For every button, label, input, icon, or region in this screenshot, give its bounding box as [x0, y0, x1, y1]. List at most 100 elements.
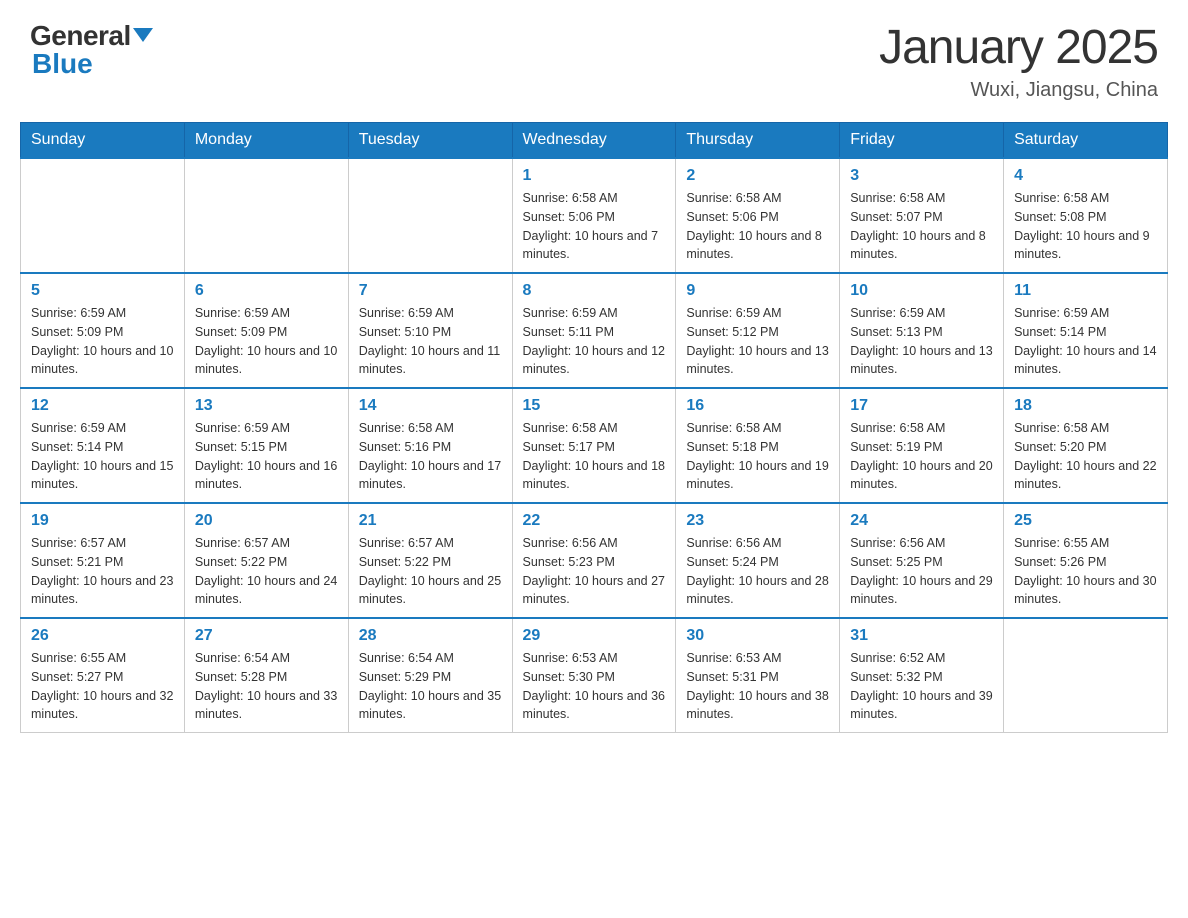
day-number: 5 — [31, 282, 174, 300]
calendar-header-saturday: Saturday — [1004, 123, 1168, 159]
calendar-cell: 10 Sunrise: 6:59 AMSunset: 5:13 PMDayligh… — [840, 273, 1004, 388]
calendar-cell: 1 Sunrise: 6:58 AMSunset: 5:06 PMDaylight… — [512, 158, 676, 273]
logo: General Blue — [30, 20, 153, 80]
calendar-cell: 8 Sunrise: 6:59 AMSunset: 5:11 PMDaylight… — [512, 273, 676, 388]
day-number: 18 — [1014, 397, 1157, 415]
calendar-cell: 30 Sunrise: 6:53 AMSunset: 5:31 PMDayligh… — [676, 618, 840, 733]
calendar-cell: 15 Sunrise: 6:58 AMSunset: 5:17 PMDayligh… — [512, 388, 676, 503]
day-number: 15 — [523, 397, 666, 415]
logo-arrow-icon — [133, 28, 153, 42]
day-info: Sunrise: 6:54 AMSunset: 5:28 PMDaylight:… — [195, 649, 338, 724]
day-info: Sunrise: 6:57 AMSunset: 5:22 PMDaylight:… — [359, 534, 502, 609]
calendar-cell: 2 Sunrise: 6:58 AMSunset: 5:06 PMDaylight… — [676, 158, 840, 273]
calendar-cell: 12 Sunrise: 6:59 AMSunset: 5:14 PMDayligh… — [21, 388, 185, 503]
day-number: 19 — [31, 512, 174, 530]
day-info: Sunrise: 6:59 AMSunset: 5:14 PMDaylight:… — [1014, 304, 1157, 379]
day-info: Sunrise: 6:58 AMSunset: 5:06 PMDaylight:… — [686, 189, 829, 264]
day-info: Sunrise: 6:53 AMSunset: 5:30 PMDaylight:… — [523, 649, 666, 724]
day-number: 11 — [1014, 282, 1157, 300]
day-number: 28 — [359, 627, 502, 645]
day-number: 31 — [850, 627, 993, 645]
calendar-cell: 23 Sunrise: 6:56 AMSunset: 5:24 PMDayligh… — [676, 503, 840, 618]
day-number: 24 — [850, 512, 993, 530]
day-info: Sunrise: 6:56 AMSunset: 5:25 PMDaylight:… — [850, 534, 993, 609]
day-number: 1 — [523, 167, 666, 185]
calendar-week-row: 5 Sunrise: 6:59 AMSunset: 5:09 PMDaylight… — [21, 273, 1168, 388]
day-info: Sunrise: 6:56 AMSunset: 5:23 PMDaylight:… — [523, 534, 666, 609]
calendar-header-friday: Friday — [840, 123, 1004, 159]
calendar-cell: 16 Sunrise: 6:58 AMSunset: 5:18 PMDayligh… — [676, 388, 840, 503]
day-number: 16 — [686, 397, 829, 415]
day-number: 26 — [31, 627, 174, 645]
day-info: Sunrise: 6:53 AMSunset: 5:31 PMDaylight:… — [686, 649, 829, 724]
day-info: Sunrise: 6:58 AMSunset: 5:06 PMDaylight:… — [523, 189, 666, 264]
calendar-cell: 5 Sunrise: 6:59 AMSunset: 5:09 PMDaylight… — [21, 273, 185, 388]
page-header: General Blue January 2025 Wuxi, Jiangsu,… — [0, 0, 1188, 112]
calendar-table: SundayMondayTuesdayWednesdayThursdayFrid… — [20, 122, 1168, 733]
day-number: 8 — [523, 282, 666, 300]
day-number: 25 — [1014, 512, 1157, 530]
calendar-cell: 13 Sunrise: 6:59 AMSunset: 5:15 PMDayligh… — [184, 388, 348, 503]
day-number: 7 — [359, 282, 502, 300]
calendar-cell — [348, 158, 512, 273]
calendar-cell: 19 Sunrise: 6:57 AMSunset: 5:21 PMDayligh… — [21, 503, 185, 618]
calendar-week-row: 1 Sunrise: 6:58 AMSunset: 5:06 PMDaylight… — [21, 158, 1168, 273]
calendar-cell: 6Sunrise: 6:59 AMSunset: 5:09 PMDaylight… — [184, 273, 348, 388]
day-info: Sunrise: 6:52 AMSunset: 5:32 PMDaylight:… — [850, 649, 993, 724]
calendar-cell — [184, 158, 348, 273]
calendar-cell: 24 Sunrise: 6:56 AMSunset: 5:25 PMDayligh… — [840, 503, 1004, 618]
day-info: Sunrise: 6:57 AMSunset: 5:22 PMDaylight:… — [195, 534, 338, 609]
day-number: 10 — [850, 282, 993, 300]
day-number: 12 — [31, 397, 174, 415]
day-info: Sunrise: 6:58 AMSunset: 5:18 PMDaylight:… — [686, 419, 829, 494]
calendar-cell: 20 Sunrise: 6:57 AMSunset: 5:22 PMDayligh… — [184, 503, 348, 618]
day-number: 27 — [195, 627, 338, 645]
day-info: Sunrise: 6:59 AMSunset: 5:09 PMDaylight:… — [31, 304, 174, 379]
day-info: Sunrise: 6:59 AMSunset: 5:10 PMDaylight:… — [359, 304, 502, 379]
day-number: 23 — [686, 512, 829, 530]
day-info: Sunrise: 6:58 AMSunset: 5:07 PMDaylight:… — [850, 189, 993, 264]
day-number: 3 — [850, 167, 993, 185]
calendar-cell: 28 Sunrise: 6:54 AMSunset: 5:29 PMDayligh… — [348, 618, 512, 733]
day-number: 13 — [195, 397, 338, 415]
day-info: Sunrise: 6:59 AMSunset: 5:15 PMDaylight:… — [195, 419, 338, 494]
calendar-cell: 9Sunrise: 6:59 AMSunset: 5:12 PMDaylight… — [676, 273, 840, 388]
calendar-cell: 7 Sunrise: 6:59 AMSunset: 5:10 PMDaylight… — [348, 273, 512, 388]
calendar-cell: 18Sunrise: 6:58 AMSunset: 5:20 PMDayligh… — [1004, 388, 1168, 503]
day-number: 17 — [850, 397, 993, 415]
calendar-header-wednesday: Wednesday — [512, 123, 676, 159]
calendar-week-row: 26Sunrise: 6:55 AMSunset: 5:27 PMDayligh… — [21, 618, 1168, 733]
calendar-cell: 31 Sunrise: 6:52 AMSunset: 5:32 PMDayligh… — [840, 618, 1004, 733]
day-info: Sunrise: 6:58 AMSunset: 5:17 PMDaylight:… — [523, 419, 666, 494]
calendar-cell — [1004, 618, 1168, 733]
day-number: 20 — [195, 512, 338, 530]
day-number: 30 — [686, 627, 829, 645]
day-number: 22 — [523, 512, 666, 530]
calendar-header-tuesday: Tuesday — [348, 123, 512, 159]
location: Wuxi, Jiangsu, China — [879, 79, 1158, 102]
day-info: Sunrise: 6:59 AMSunset: 5:11 PMDaylight:… — [523, 304, 666, 379]
calendar-week-row: 19 Sunrise: 6:57 AMSunset: 5:21 PMDayligh… — [21, 503, 1168, 618]
day-info: Sunrise: 6:59 AMSunset: 5:13 PMDaylight:… — [850, 304, 993, 379]
day-number: 21 — [359, 512, 502, 530]
day-info: Sunrise: 6:59 AMSunset: 5:14 PMDaylight:… — [31, 419, 174, 494]
calendar-cell: 29Sunrise: 6:53 AMSunset: 5:30 PMDayligh… — [512, 618, 676, 733]
logo-blue-text: Blue — [32, 48, 93, 80]
day-info: Sunrise: 6:58 AMSunset: 5:08 PMDaylight:… — [1014, 189, 1157, 264]
day-number: 2 — [686, 167, 829, 185]
calendar-cell: 4Sunrise: 6:58 AMSunset: 5:08 PMDaylight… — [1004, 158, 1168, 273]
calendar-cell: 21 Sunrise: 6:57 AMSunset: 5:22 PMDayligh… — [348, 503, 512, 618]
calendar-cell: 22 Sunrise: 6:56 AMSunset: 5:23 PMDayligh… — [512, 503, 676, 618]
calendar-cell: 14 Sunrise: 6:58 AMSunset: 5:16 PMDayligh… — [348, 388, 512, 503]
calendar-cell: 25Sunrise: 6:55 AMSunset: 5:26 PMDayligh… — [1004, 503, 1168, 618]
calendar-cell: 27 Sunrise: 6:54 AMSunset: 5:28 PMDayligh… — [184, 618, 348, 733]
day-number: 14 — [359, 397, 502, 415]
calendar-cell — [21, 158, 185, 273]
day-info: Sunrise: 6:59 AMSunset: 5:12 PMDaylight:… — [686, 304, 829, 379]
day-info: Sunrise: 6:58 AMSunset: 5:16 PMDaylight:… — [359, 419, 502, 494]
day-info: Sunrise: 6:57 AMSunset: 5:21 PMDaylight:… — [31, 534, 174, 609]
day-info: Sunrise: 6:56 AMSunset: 5:24 PMDaylight:… — [686, 534, 829, 609]
title-section: January 2025 Wuxi, Jiangsu, China — [879, 20, 1158, 102]
calendar-cell: 17Sunrise: 6:58 AMSunset: 5:19 PMDayligh… — [840, 388, 1004, 503]
day-info: Sunrise: 6:54 AMSunset: 5:29 PMDaylight:… — [359, 649, 502, 724]
